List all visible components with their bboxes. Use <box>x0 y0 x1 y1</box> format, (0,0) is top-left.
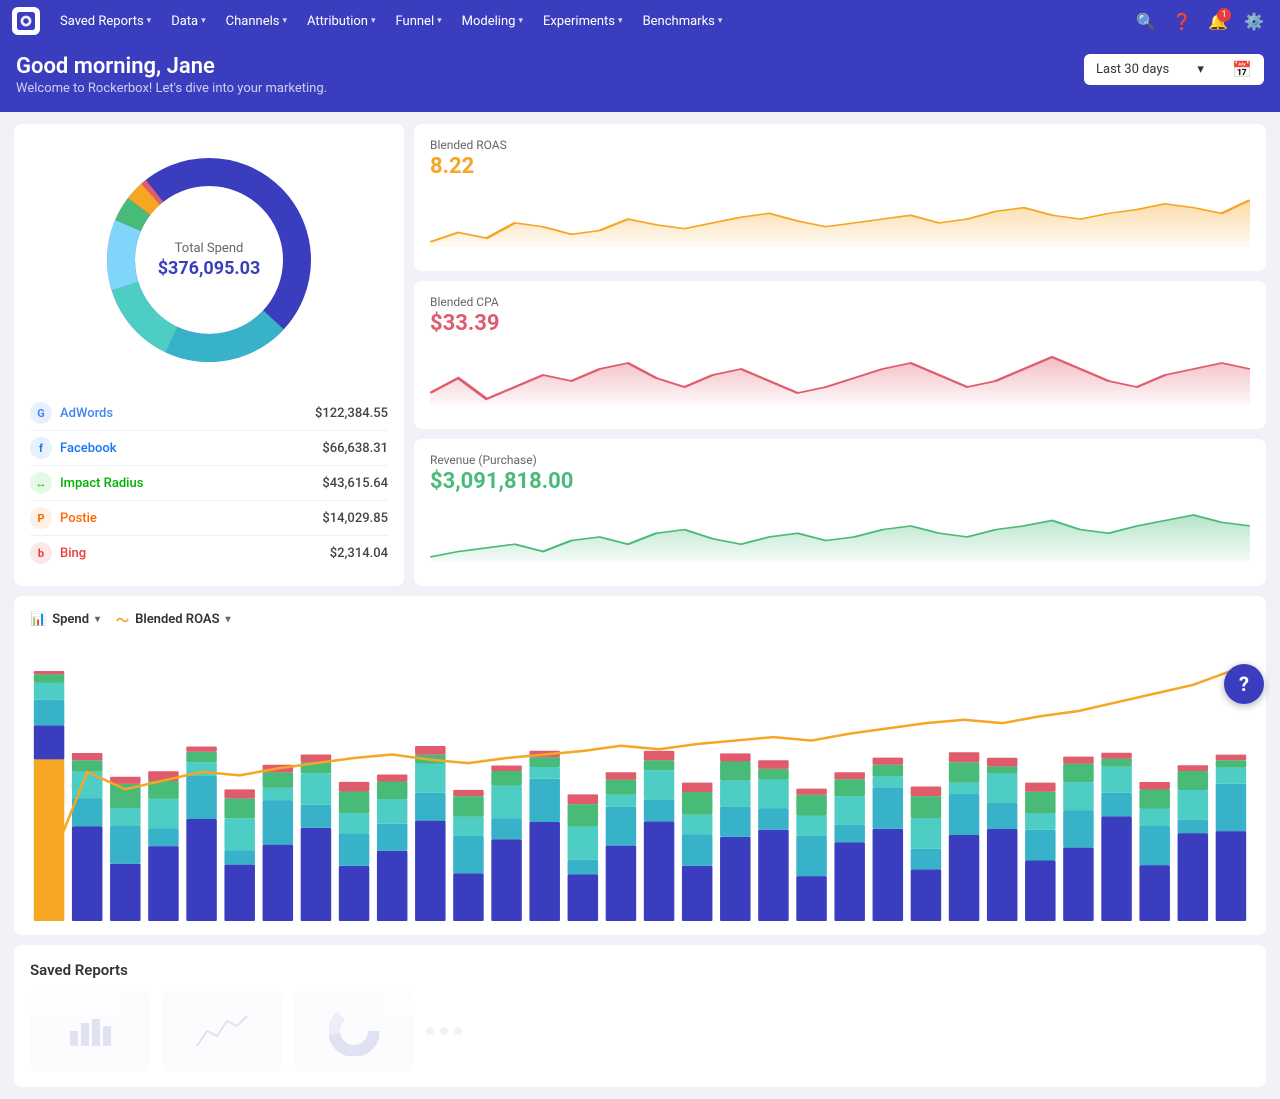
metric-label: Blended ROAS <box>430 138 1250 152</box>
donut-center: Total Spend $376,095.03 <box>158 241 261 279</box>
help-icon-btn[interactable]: ❓ <box>1168 7 1196 35</box>
nav-channels[interactable]: Channels ▾ <box>218 10 295 33</box>
mini-chart <box>430 187 1250 251</box>
chevron-down-icon: ▾ <box>371 16 376 26</box>
metric-label: Blended CPA <box>430 295 1250 309</box>
calendar-icon: 📅 <box>1232 60 1252 79</box>
metric-value: $33.39 <box>430 311 1250 336</box>
chart-card: 📊 Spend ▾ 〜 Blended ROAS ▾ <box>14 596 1266 935</box>
legend-item: P Postie $14,029.85 <box>30 501 388 536</box>
settings-button[interactable]: ⚙️ <box>1240 7 1268 35</box>
chevron-down-icon: ▾ <box>283 16 288 26</box>
preview-card <box>162 991 282 1071</box>
main-content: Total Spend $376,095.03 G AdWords $122,3… <box>0 112 1280 1099</box>
nav-data[interactable]: Data ▾ <box>163 10 213 33</box>
notification-badge: 1 <box>1217 8 1231 22</box>
metric-value: $3,091,818.00 <box>430 469 1250 494</box>
chevron-down-icon: ▾ <box>201 16 206 26</box>
chevron-down-icon: ▾ <box>518 16 523 26</box>
saved-reports-section: Saved Reports <box>14 945 1266 1087</box>
metric-value: 8.22 <box>430 154 1250 179</box>
saved-reports-title: Saved Reports <box>30 961 1250 979</box>
metrics-column: Blended ROAS 8.22 Blended CPA $33.39 <box>414 124 1266 586</box>
nav-modeling[interactable]: Modeling ▾ <box>454 10 531 33</box>
preview-card <box>294 991 414 1071</box>
donut-label: Total Spend <box>158 241 261 256</box>
date-range-picker[interactable]: Last 30 days ▾ 📅 <box>1084 54 1264 85</box>
nav-benchmarks[interactable]: Benchmarks ▾ <box>635 10 731 33</box>
app-logo <box>12 7 40 35</box>
mini-chart <box>430 502 1250 566</box>
chevron-down-icon: ▾ <box>226 614 231 625</box>
mini-chart <box>430 344 1250 408</box>
chevron-down-icon: ▾ <box>147 16 152 26</box>
donut-value: $376,095.03 <box>158 258 261 279</box>
chart-header: 📊 Spend ▾ 〜 Blended ROAS ▾ <box>30 610 1250 629</box>
nav-experiments[interactable]: Experiments ▾ <box>535 10 631 33</box>
chevron-down-icon: ▾ <box>618 16 623 26</box>
chevron-down-icon: ▾ <box>718 16 723 26</box>
nav-saved-reports[interactable]: Saved Reports ▾ <box>52 10 159 33</box>
metric-label: Revenue (Purchase) <box>430 453 1250 467</box>
blended-roas-toggle[interactable]: 〜 Blended ROAS ▾ <box>116 610 231 629</box>
navbar: Saved Reports ▾ Data ▾ Channels ▾ Attrib… <box>0 0 1280 42</box>
legend-item: f Facebook $66,638.31 <box>30 431 388 466</box>
saved-reports-preview <box>30 991 1250 1071</box>
page-subtitle: Welcome to Rockerbox! Let's dive into yo… <box>16 81 327 96</box>
notification-button[interactable]: 🔔 1 <box>1204 7 1232 35</box>
legend-item: b Bing $2,314.04 <box>30 536 388 570</box>
search-button[interactable]: 🔍 <box>1132 7 1160 35</box>
metric-card: Blended ROAS 8.22 <box>414 124 1266 271</box>
chevron-down-icon: ▾ <box>437 16 442 26</box>
spend-toggle-label: Spend <box>52 612 89 627</box>
blended-roas-toggle-label: Blended ROAS <box>135 612 219 627</box>
metric-card: Revenue (Purchase) $3,091,818.00 <box>414 439 1266 586</box>
page-header: Good morning, Jane Welcome to Rockerbox!… <box>0 42 1280 112</box>
chevron-down-icon: ▾ <box>95 614 100 625</box>
chevron-down-icon: ▾ <box>1197 62 1204 77</box>
spend-toggle[interactable]: 📊 Spend ▾ <box>30 612 100 627</box>
metric-card: Blended CPA $33.39 <box>414 281 1266 428</box>
bar-chart <box>30 641 1250 921</box>
legend-item: ↔ Impact Radius $43,615.64 <box>30 466 388 501</box>
date-range-label: Last 30 days <box>1096 62 1169 77</box>
donut-card: Total Spend $376,095.03 G AdWords $122,3… <box>14 124 404 586</box>
donut-chart: Total Spend $376,095.03 <box>89 140 329 380</box>
page-title: Good morning, Jane <box>16 54 327 79</box>
nav-funnel[interactable]: Funnel ▾ <box>387 10 449 33</box>
donut-legend: G AdWords $122,384.55 f Facebook $66,638… <box>30 396 388 570</box>
top-row: Total Spend $376,095.03 G AdWords $122,3… <box>14 124 1266 586</box>
help-button[interactable]: ? <box>1224 664 1264 704</box>
preview-card <box>30 991 150 1071</box>
nav-attribution[interactable]: Attribution ▾ <box>299 10 383 33</box>
legend-item: G AdWords $122,384.55 <box>30 396 388 431</box>
